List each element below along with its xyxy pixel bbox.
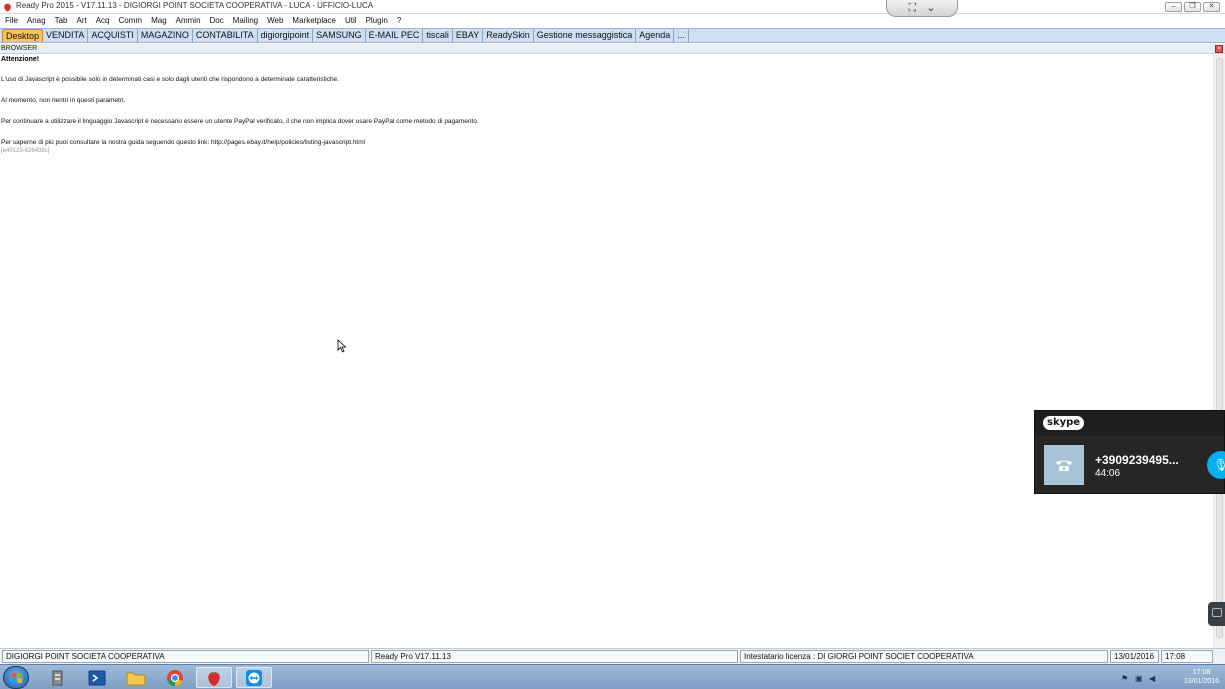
status-license: Intestatario licenza : DI GIORGI POINT S… — [740, 650, 1108, 663]
status-time: 17:08 — [1161, 650, 1213, 663]
chevron-down-icon[interactable]: ⌄ — [926, 2, 935, 14]
window-title: Ready Pro 2015 - V17.11.13 - DIGIORGI PO… — [16, 1, 374, 10]
taskbar-teamviewer-icon[interactable] — [236, 667, 272, 688]
fullscreen-icon[interactable]: ⛶ — [909, 2, 917, 14]
side-chat-widget[interactable] — [1208, 602, 1225, 626]
tab-readyskin[interactable]: ReadySkin — [483, 29, 534, 42]
clock-time: 17:08 — [1192, 669, 1211, 676]
remote-session-toolbar[interactable]: ⛶ ⌄ — [886, 0, 958, 17]
call-avatar — [1044, 445, 1084, 485]
status-company: DIGIORGI POINT SOCIETA COOPERATIVA — [2, 650, 369, 663]
menu-plugin[interactable]: Plugin — [366, 16, 388, 25]
menu-art[interactable]: Art — [76, 16, 86, 25]
menu-anag[interactable]: Anag — [27, 16, 46, 25]
strawberry-icon — [208, 671, 220, 686]
tab-ebay[interactable]: EBAY — [453, 29, 484, 42]
menu-web[interactable]: Web — [267, 16, 283, 25]
menu-file[interactable]: File — [5, 16, 18, 25]
taskbar-powershell-icon[interactable] — [79, 667, 115, 688]
system-tray: ⚑ ▣ ◀ 17:08 13/01/2016 — [1115, 665, 1225, 689]
panel-close-icon[interactable]: × — [1215, 45, 1223, 53]
windows-logo-icon — [12, 673, 22, 683]
menu-help[interactable]: ? — [397, 16, 401, 25]
paragraph-not-eligible: Al momento, non rientri in questi parame… — [1, 97, 126, 104]
status-bar: DIGIORGI POINT SOCIETA COOPERATIVA Ready… — [0, 648, 1225, 664]
tray-clock[interactable]: 17:08 13/01/2016 — [1184, 668, 1219, 686]
menu-comm[interactable]: Comm — [119, 16, 143, 25]
tab-gestione-messaggistica[interactable]: Gestione messaggistica — [534, 29, 637, 42]
skype-header: skype — [1035, 411, 1224, 436]
terminal-icon — [88, 670, 106, 685]
teamviewer-icon — [246, 669, 262, 686]
tab-more[interactable]: ... — [674, 29, 689, 42]
paragraph-javascript-usage: L'uso di Javascript è possibile solo in … — [1, 76, 339, 83]
close-button[interactable]: ✕ — [1203, 2, 1220, 12]
status-date: 13/01/2016 — [1110, 650, 1159, 663]
strawberry-app-icon — [4, 3, 11, 12]
taskbar-readypro-icon[interactable] — [196, 667, 232, 688]
network-icon[interactable]: ▣ — [1135, 674, 1143, 683]
vertical-scrollbar[interactable] — [1213, 55, 1225, 648]
menu-acq[interactable]: Acq — [96, 16, 110, 25]
taskbar-explorer-icon[interactable] — [118, 667, 154, 688]
call-duration: 44:06 — [1095, 468, 1121, 479]
tab-tiscali[interactable]: tiscali — [423, 29, 453, 42]
tab-vendita[interactable]: VENDITA — [43, 29, 89, 42]
tab-desktop[interactable]: Desktop — [2, 29, 44, 42]
folder-icon — [126, 672, 146, 685]
volume-icon[interactable]: ◀ — [1149, 674, 1155, 683]
server-icon — [52, 670, 63, 685]
tab-magazino[interactable]: MAGAZINO — [138, 29, 193, 42]
browser-content: Attenzione! L'uso di Javascript è possib… — [0, 55, 1212, 648]
tab-acquisti[interactable]: ACQUISTI — [88, 29, 138, 42]
tab-samsung[interactable]: SAMSUNG — [313, 29, 366, 42]
flag-icon[interactable]: ⚑ — [1121, 674, 1128, 683]
tab-contabilita[interactable]: CONTABILITA — [193, 29, 258, 42]
call-number: +3909239495... — [1095, 453, 1179, 467]
menu-doc[interactable]: Doc — [210, 16, 224, 25]
menu-mailing[interactable]: Mailing — [233, 16, 258, 25]
menu-mag[interactable]: Mag — [151, 16, 167, 25]
windows-taskbar: ⚑ ▣ ◀ 17:08 13/01/2016 — [0, 664, 1225, 689]
scrollbar-thumb[interactable] — [1216, 58, 1223, 638]
clock-date: 13/01/2016 — [1183, 678, 1219, 685]
paragraph-paypal-requirement: Per continuare a utilizzare il linguaggi… — [1, 118, 479, 125]
warning-title: Attenzione! — [1, 56, 40, 63]
tab-email-pec[interactable]: E-MAIL PEC — [366, 29, 424, 42]
restore-button[interactable]: ❐ — [1184, 2, 1201, 12]
screen: Ready Pro 2015 - V17.11.13 - DIGIORGI PO… — [0, 0, 1225, 689]
window-title-bar[interactable]: Ready Pro 2015 - V17.11.13 - DIGIORGI PO… — [0, 0, 1225, 14]
browser-panel-header: BROWSER × — [0, 44, 1225, 54]
minimize-button[interactable]: – — [1165, 2, 1182, 12]
tab-agenda[interactable]: Agenda — [636, 29, 675, 42]
paragraph-help-link[interactable]: Per saperne di più puoi consultare la no… — [1, 139, 365, 146]
skype-logo: skype — [1043, 416, 1085, 430]
skype-call-popup[interactable]: skype +3909239495... 44:06 🎙 — [1034, 410, 1225, 494]
panel-title: BROWSER — [1, 45, 38, 52]
status-version: Ready Pro V17.11.13 — [371, 650, 738, 663]
menu-tab[interactable]: Tab — [55, 16, 68, 25]
mouse-cursor-icon — [337, 339, 347, 353]
menu-util[interactable]: Util — [345, 16, 357, 25]
tab-digiorgipoint[interactable]: digiorgipoint — [258, 29, 314, 42]
taskbar-computer-icon[interactable] — [40, 667, 76, 688]
taskbar-chrome-icon[interactable] — [157, 667, 193, 688]
menu-ammin[interactable]: Ammin — [176, 16, 201, 25]
module-tab-bar: Desktop VENDITA ACQUISTI MAGAZINO CONTAB… — [0, 28, 1225, 43]
chat-icon — [1212, 608, 1222, 617]
menu-bar: File Anag Tab Art Acq Comm Mag Ammin Doc… — [0, 14, 1225, 27]
menu-marketplace[interactable]: Marketplace — [292, 16, 336, 25]
error-code: [e40123-626439c] — [1, 148, 50, 154]
phone-icon — [1056, 460, 1072, 471]
chrome-icon — [167, 669, 183, 686]
microphone-button[interactable]: 🎙 — [1207, 451, 1225, 479]
start-button[interactable] — [3, 666, 29, 689]
